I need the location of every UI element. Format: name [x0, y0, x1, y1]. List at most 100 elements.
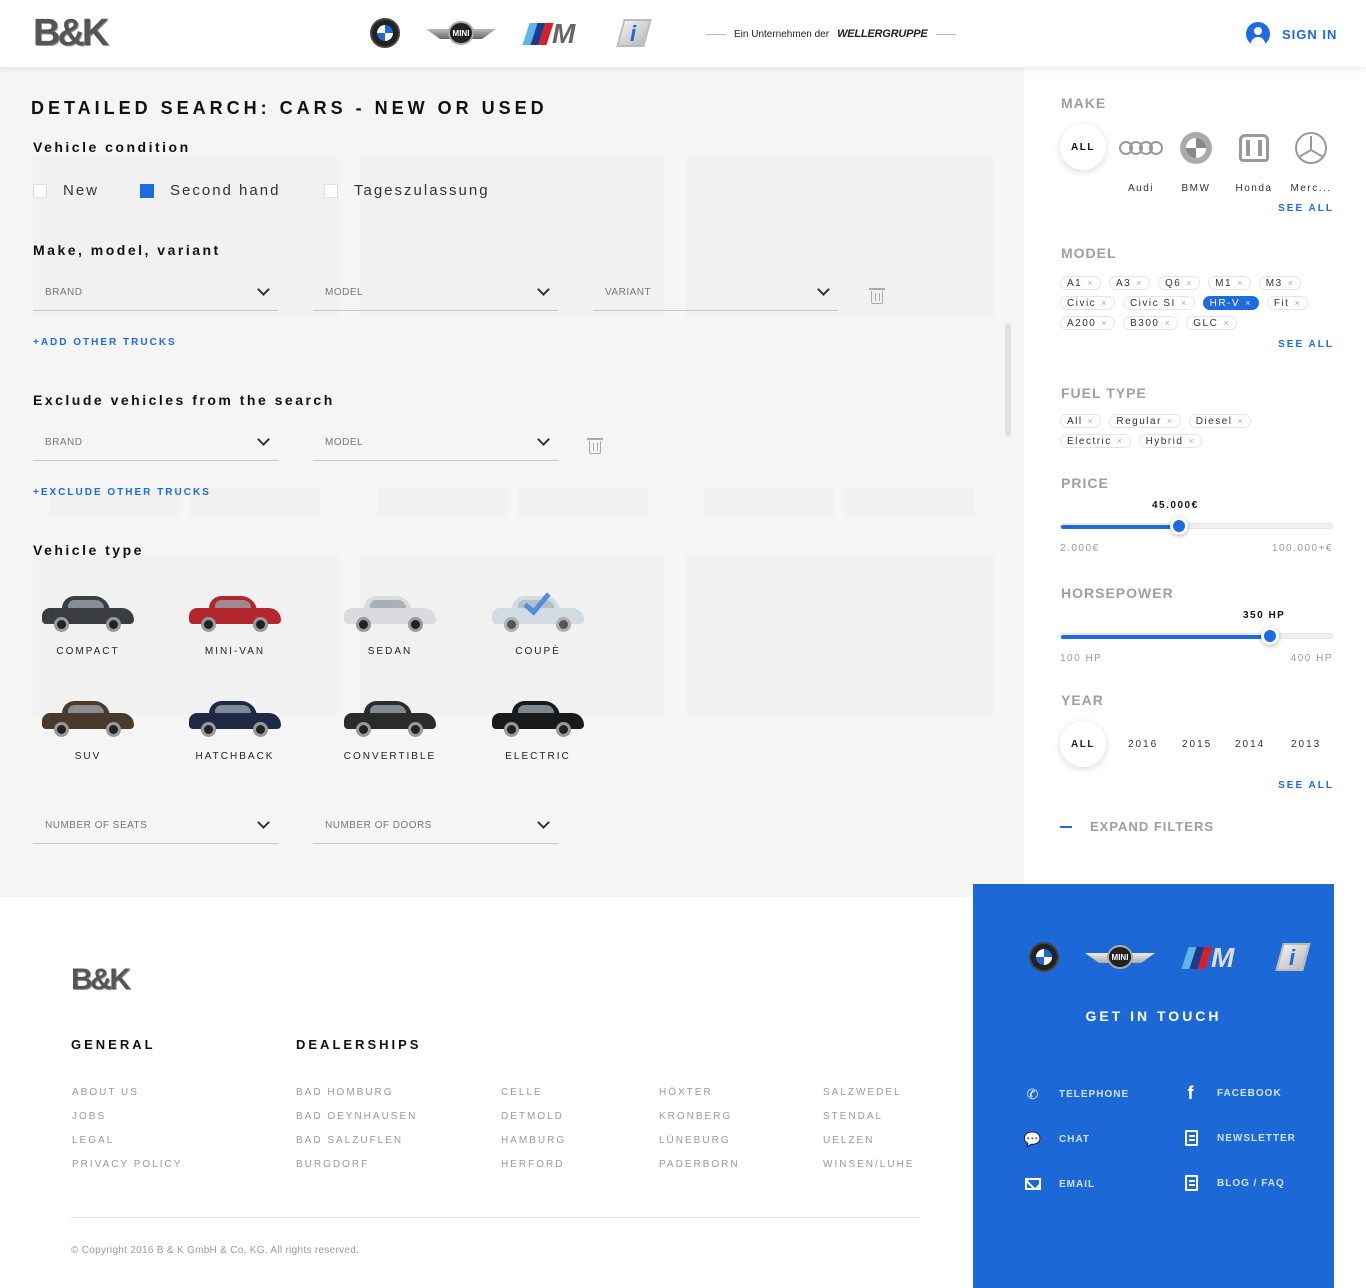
bmw-logo-icon[interactable] [370, 18, 400, 48]
dealership-link[interactable]: STENDAL [823, 1112, 914, 1122]
close-icon[interactable]: × [1237, 416, 1244, 426]
model-chip[interactable]: Civic × [1060, 296, 1115, 310]
bmw-m-logo-icon[interactable]: M [1181, 942, 1253, 973]
close-icon[interactable]: × [1181, 298, 1188, 308]
exclude-model-select[interactable]: MODEL [313, 425, 558, 461]
close-icon[interactable]: × [1087, 278, 1094, 288]
close-icon[interactable]: × [1288, 278, 1295, 288]
dealership-link[interactable]: CELLE [501, 1088, 566, 1098]
bmw-logo-icon[interactable] [1029, 942, 1059, 972]
dealership-link[interactable]: HÖXTER [659, 1088, 740, 1098]
facebook-link[interactable]: f FACEBOOK [1183, 1083, 1282, 1103]
condition-new-checkbox[interactable]: New [33, 182, 99, 199]
blog-faq-link[interactable]: BLOG / FAQ [1183, 1175, 1285, 1191]
exclude-brand-select[interactable]: BRAND [33, 425, 278, 461]
close-icon[interactable]: × [1294, 298, 1301, 308]
add-other-trucks-link[interactable]: +ADD OTHER TRUCKS [33, 337, 177, 348]
footer-link[interactable]: PRIVACY POLICY [72, 1160, 182, 1170]
number-of-seats-select[interactable]: NUMBER OF SEATS [33, 808, 278, 844]
price-slider-handle[interactable] [1170, 517, 1188, 535]
fuel-chip[interactable]: Electric × [1060, 434, 1131, 448]
expand-filters-button[interactable]: EXPAND FILTERS [1060, 819, 1214, 834]
trash-icon[interactable] [587, 438, 603, 454]
make-all-button[interactable]: ALL [1060, 124, 1106, 170]
mini-logo-icon[interactable]: MINI [426, 21, 496, 45]
footer-link[interactable]: ABOUT US [72, 1088, 182, 1098]
newsletter-link[interactable]: NEWSLETTER [1183, 1130, 1296, 1146]
dealership-link[interactable]: HAMBURG [501, 1136, 566, 1146]
telephone-link[interactable]: ✆ TELEPHONE [1025, 1086, 1129, 1102]
bmw-i-logo-icon[interactable]: i [1275, 943, 1311, 971]
dealership-link[interactable]: DETMOLD [501, 1112, 566, 1122]
price-slider[interactable] [1060, 517, 1333, 535]
trash-icon[interactable] [869, 288, 885, 304]
footer-logo[interactable]: B&K [71, 963, 131, 997]
close-icon[interactable]: × [1186, 278, 1193, 288]
close-icon[interactable]: × [1101, 298, 1108, 308]
model-chip[interactable]: B300 × [1123, 316, 1179, 330]
vehicle-type-hatchback[interactable]: HATCHBACK [175, 697, 295, 762]
close-icon[interactable]: × [1164, 318, 1171, 328]
model-chip[interactable]: Q6 × [1158, 276, 1201, 290]
vehicle-type-mini-van[interactable]: MINI-VAN [175, 592, 295, 657]
close-icon[interactable]: × [1117, 436, 1124, 446]
dealership-link[interactable]: HERFORD [501, 1160, 566, 1170]
dealership-link[interactable]: KRONBERG [659, 1112, 740, 1122]
horsepower-slider[interactable] [1060, 627, 1333, 645]
number-of-doors-select[interactable]: NUMBER OF DOORS [313, 808, 558, 844]
make-bmw[interactable]: BMW [1171, 131, 1221, 194]
footer-link[interactable]: LEGAL [72, 1136, 182, 1146]
model-see-all-link[interactable]: SEE ALL [1278, 339, 1334, 350]
dealership-link[interactable]: PADERBORN [659, 1160, 740, 1170]
make-see-all-link[interactable]: SEE ALL [1278, 203, 1334, 214]
vehicle-type-sedan[interactable]: SEDAN [330, 592, 450, 657]
dealership-link[interactable]: BURGDORF [296, 1160, 417, 1170]
close-icon[interactable]: × [1101, 318, 1108, 328]
condition-tageszulassung-checkbox[interactable]: Tageszulassung [324, 182, 490, 199]
fuel-chip[interactable]: Diesel × [1188, 414, 1252, 428]
year-2015[interactable]: 2015 [1182, 739, 1212, 750]
model-chip[interactable]: A3 × [1109, 276, 1150, 290]
variant-select[interactable]: VARIANT [593, 275, 838, 311]
fuel-chip[interactable]: All × [1060, 414, 1102, 428]
model-chip[interactable]: GLC × [1186, 316, 1238, 330]
close-icon[interactable]: × [1136, 278, 1143, 288]
brand-select[interactable]: BRAND [33, 275, 278, 311]
close-icon[interactable]: × [1245, 298, 1252, 308]
vehicle-type-convertible[interactable]: CONVERTIBLE [330, 697, 450, 762]
make-honda[interactable]: Honda [1229, 131, 1279, 194]
dealership-link[interactable]: BAD HOMBURG [296, 1088, 417, 1098]
bk-logo[interactable]: B&K [33, 14, 109, 52]
close-icon[interactable]: × [1088, 416, 1095, 426]
year-2013[interactable]: 2013 [1291, 739, 1321, 750]
vehicle-type-electric[interactable]: ELECTRIC [478, 697, 598, 762]
dealership-link[interactable]: BAD SALZUFLEN [296, 1136, 417, 1146]
model-chip[interactable]: M3 × [1258, 276, 1302, 290]
dealership-link[interactable]: UELZEN [823, 1136, 914, 1146]
dealership-link[interactable]: LÜNEBURG [659, 1136, 740, 1146]
condition-second-hand-checkbox[interactable]: Second hand [140, 182, 280, 199]
email-link[interactable]: EMAIL [1025, 1176, 1095, 1192]
horsepower-slider-handle[interactable] [1261, 627, 1279, 645]
model-chip[interactable]: HR-V × [1202, 296, 1259, 310]
model-chip[interactable]: A1 × [1060, 276, 1101, 290]
dealership-link[interactable]: WINSEN/LUHE [823, 1160, 914, 1170]
year-2016[interactable]: 2016 [1128, 739, 1158, 750]
make-audi[interactable]: Audi [1116, 131, 1166, 194]
bmw-i-logo-icon[interactable]: i [616, 19, 652, 47]
bmw-m-logo-icon[interactable]: M [522, 18, 594, 49]
model-chip[interactable]: M1 × [1208, 276, 1251, 290]
footer-link[interactable]: JOBS [72, 1112, 182, 1122]
exclude-other-trucks-link[interactable]: +EXCLUDE OTHER TRUCKS [33, 487, 211, 498]
model-chip[interactable]: A200 × [1060, 316, 1116, 330]
fuel-chip[interactable]: Regular × [1109, 414, 1181, 428]
close-icon[interactable]: × [1188, 436, 1195, 446]
dealership-link[interactable]: SALZWEDEL [823, 1088, 914, 1098]
vehicle-type-coup[interactable]: COUPÈ [478, 586, 598, 657]
year-2014[interactable]: 2014 [1235, 739, 1265, 750]
vehicle-type-compact[interactable]: COMPACT [28, 592, 148, 657]
chat-link[interactable]: 💬 CHAT [1024, 1131, 1090, 1147]
model-chip[interactable]: Civic SI × [1122, 296, 1195, 310]
model-chip[interactable]: Fit × [1266, 296, 1309, 310]
close-icon[interactable]: × [1237, 278, 1244, 288]
